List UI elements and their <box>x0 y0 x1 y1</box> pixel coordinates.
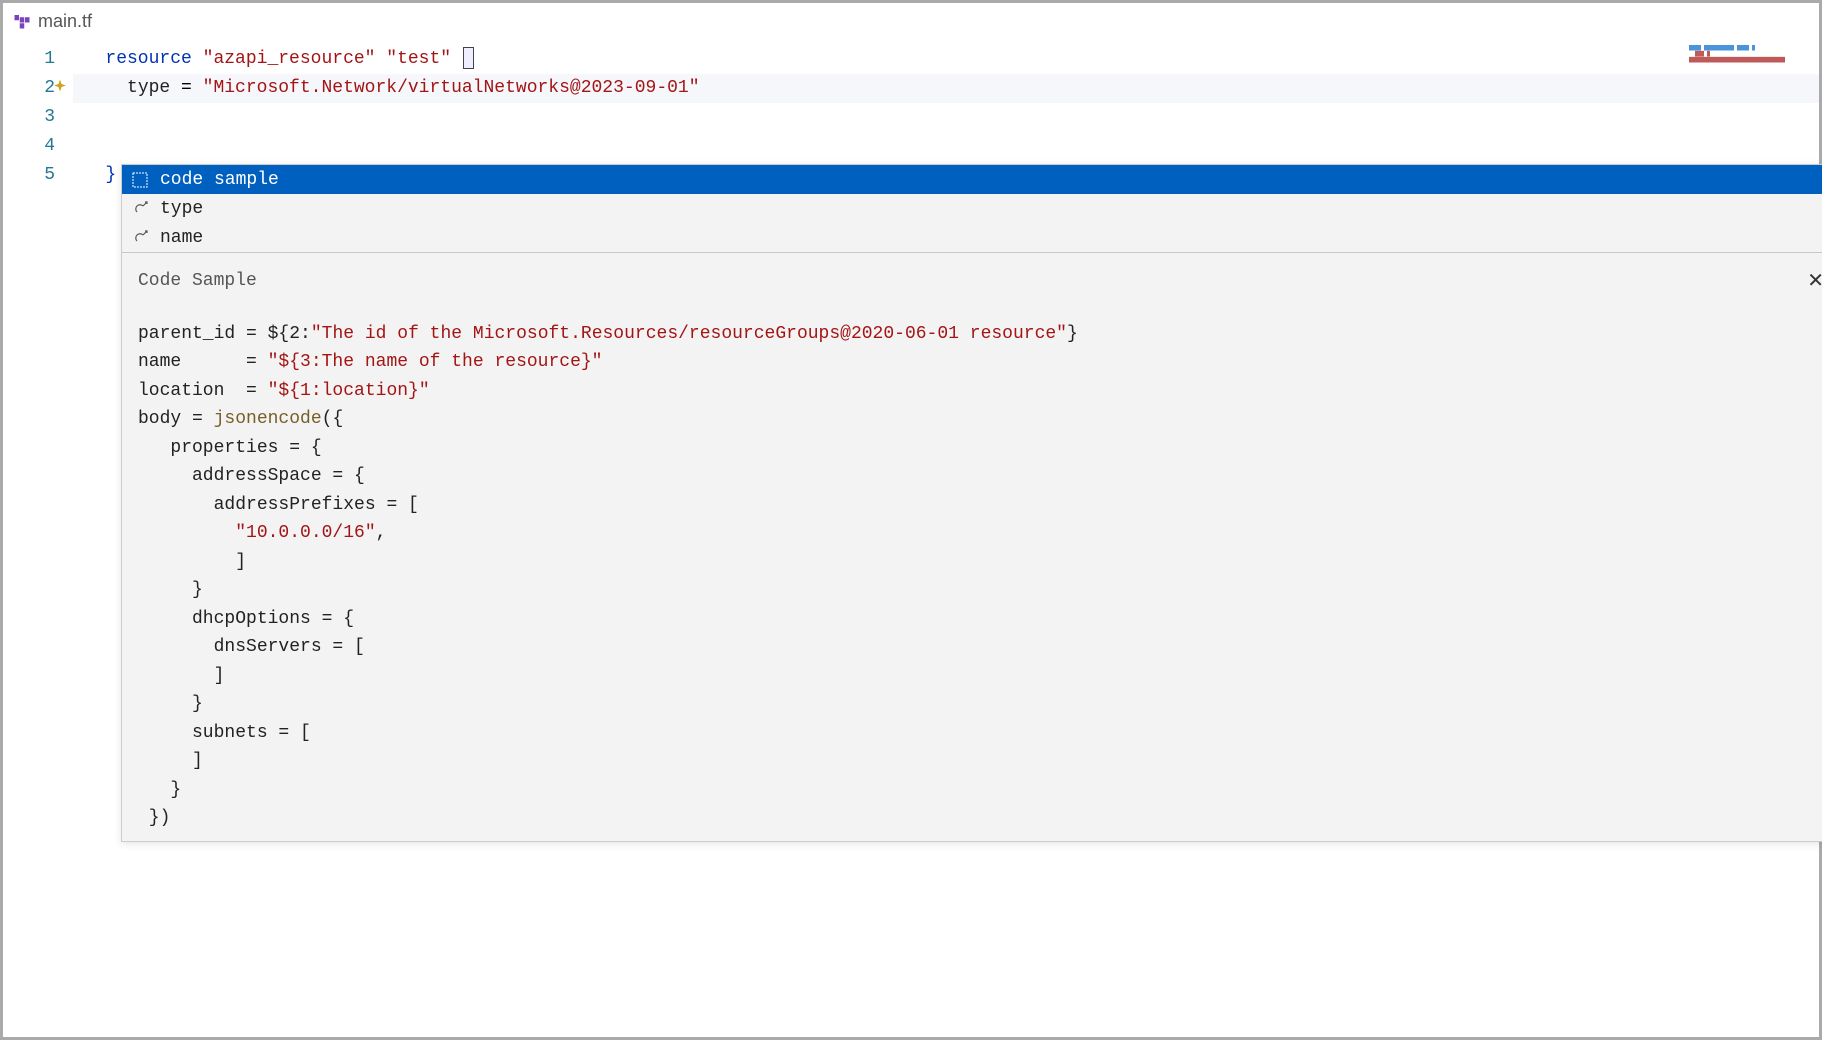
tab-filename[interactable]: main.tf <box>38 11 92 32</box>
detail-string: "${1:location}" <box>268 381 430 401</box>
suggest-item-label: name <box>160 228 203 248</box>
detail-text: } <box>138 694 203 714</box>
line-number: 5 <box>3 161 55 190</box>
snippet-icon <box>130 170 150 190</box>
detail-text: ] <box>138 666 224 686</box>
detail-text: 2 <box>289 324 300 344</box>
line-number: 3 <box>3 103 55 132</box>
token-string: "azapi_resource" <box>203 49 376 69</box>
token-string: "Microsoft.Network/virtualNetworks@2023-… <box>203 78 700 98</box>
token-op: = <box>170 78 202 98</box>
suggest-detail-panel: ✕ Code Sample parent_id = ${2:"The id of… <box>122 252 1822 841</box>
token-keyword: resource <box>105 49 191 69</box>
detail-string: "The id of the Microsoft.Resources/resou… <box>311 324 1067 344</box>
detail-text: name = <box>138 352 268 372</box>
detail-text: , <box>376 523 387 543</box>
detail-text: addressSpace = { <box>138 466 365 486</box>
suggest-item-type[interactable]: type <box>122 194 1822 223</box>
code-line[interactable] <box>73 103 1819 132</box>
detail-text: dnsServers = [ <box>138 637 365 657</box>
detail-code-block: parent_id = ${2:"The id of the Microsoft… <box>138 320 1822 833</box>
detail-string: "${3:The name of the resource}" <box>268 352 603 372</box>
token-property: type <box>127 78 170 98</box>
detail-text: ] <box>138 552 246 572</box>
detail-text: properties = { <box>138 438 322 458</box>
property-icon <box>130 199 150 219</box>
detail-text: location = <box>138 381 268 401</box>
detail-text: body = <box>138 409 214 429</box>
detail-text: ${ <box>268 324 290 344</box>
code-area[interactable]: 1 2 3 4 5 resource "azapi_resource" "tes… <box>3 39 1819 1037</box>
detail-text: ] <box>138 751 203 771</box>
editor-container: main.tf 1 2 3 4 5 resource "azapi_resour… <box>3 3 1819 1037</box>
code-line[interactable]: type = "Microsoft.Network/virtualNetwork… <box>73 74 1819 103</box>
cursor-bracket-icon <box>463 47 474 69</box>
code-line[interactable]: resource "azapi_resource" "test" <box>73 45 1819 74</box>
detail-text: } <box>138 580 203 600</box>
line-number: 2 <box>3 74 55 103</box>
detail-text: parent_id = <box>138 324 268 344</box>
token-string: "test" <box>386 49 451 69</box>
property-icon <box>130 228 150 248</box>
detail-text: ({ <box>322 409 344 429</box>
detail-text: subnets = [ <box>138 723 311 743</box>
autocomplete-popup: code sample type name ✕ Code Sample pare… <box>121 164 1822 842</box>
detail-text <box>138 523 235 543</box>
detail-text: addressPrefixes = [ <box>138 495 419 515</box>
minimap[interactable]: ████ ██████████ ████ █ ███ █ ███████████… <box>1689 45 1809 75</box>
tab-bar: main.tf <box>3 3 1819 39</box>
suggest-item-label: type <box>160 199 203 219</box>
sparkle-icon <box>51 78 69 96</box>
suggest-item-label: code sample <box>160 170 279 190</box>
token-brace: } <box>105 165 116 185</box>
detail-text: } <box>138 780 181 800</box>
detail-text: } <box>1067 324 1078 344</box>
detail-text: dhcpOptions = { <box>138 609 354 629</box>
detail-string: "10.0.0.0/16" <box>235 523 375 543</box>
detail-text: : <box>300 324 311 344</box>
gutter: 1 2 3 4 5 <box>3 39 73 1037</box>
line-number: 4 <box>3 132 55 161</box>
close-icon[interactable]: ✕ <box>1807 267 1822 296</box>
terraform-icon <box>13 12 31 30</box>
detail-title: Code Sample <box>138 267 1822 296</box>
detail-text: }) <box>138 808 170 828</box>
line-number: 1 <box>3 45 55 74</box>
code-line[interactable] <box>73 132 1819 161</box>
suggest-item-name[interactable]: name <box>122 223 1822 252</box>
suggest-item-code-sample[interactable]: code sample <box>122 165 1822 194</box>
detail-func: jsonencode <box>214 409 322 429</box>
